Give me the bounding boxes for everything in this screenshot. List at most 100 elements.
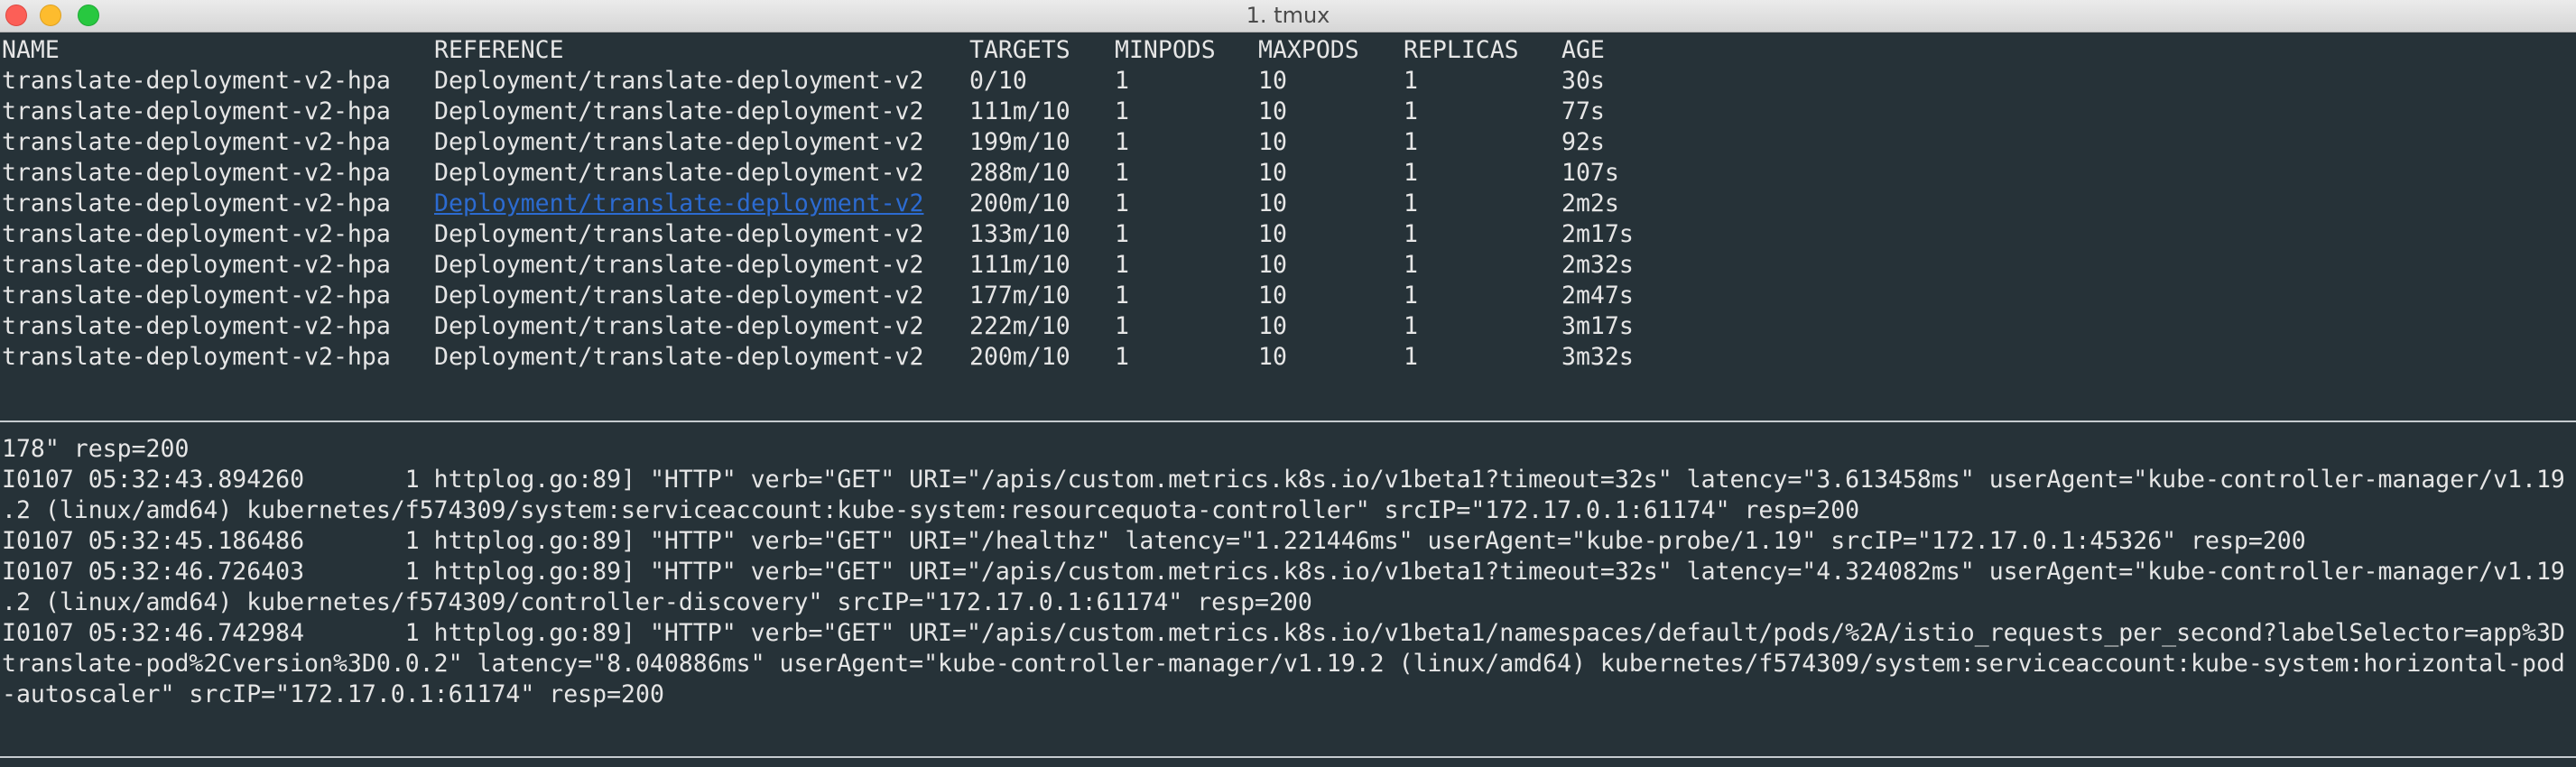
column-header-name: NAME: [2, 36, 60, 64]
cell-replicas: 1: [1404, 220, 1418, 248]
log-line: .2 (linux/amd64) kubernetes/f574309/cont…: [2, 588, 1312, 616]
cell-targets: 111m/10: [969, 97, 1070, 125]
cell-maxpods: 10: [1258, 251, 1287, 279]
table-row: translate-deployment-v2-hpa Deployment/tr…: [2, 158, 2574, 189]
cell-age: 77s: [1561, 97, 1605, 125]
cell-maxpods: 10: [1258, 97, 1287, 125]
cell-targets: 133m/10: [969, 220, 1070, 248]
column-header-maxpods: MAXPODS: [1258, 36, 1359, 64]
cell-name: translate-deployment-v2-hpa: [2, 251, 391, 279]
cell-targets: 177m/10: [969, 282, 1070, 310]
cell-reference: Deployment/translate-deployment-v2: [434, 251, 924, 279]
cell-reference: Deployment/translate-deployment-v2: [434, 67, 924, 95]
reference-link[interactable]: Deployment/translate-deployment-v2: [434, 189, 923, 219]
terminal-pane[interactable]: NAME REFERENCE TARGETS MINPODS MAXPODS REPLIC…: [0, 32, 2576, 767]
cell-age: 30s: [1561, 67, 1605, 95]
cell-name: translate-deployment-v2-hpa: [2, 312, 391, 340]
cell-maxpods: 10: [1258, 189, 1287, 217]
cell-age: 2m2s: [1561, 189, 1619, 217]
cell-targets: 288m/10: [969, 159, 1070, 187]
cell-name: translate-deployment-v2-hpa: [2, 97, 391, 125]
cell-replicas: 1: [1404, 97, 1418, 125]
pane-divider-bottom[interactable]: [0, 756, 2576, 758]
cell-replicas: 1: [1404, 159, 1418, 187]
table-row: translate-deployment-v2-hpa Deployment/tr…: [2, 127, 2574, 158]
window-title: 1. tmux: [1246, 3, 1330, 28]
cell-minpods: 1: [1115, 220, 1129, 248]
cell-targets: 199m/10: [969, 128, 1070, 156]
cell-replicas: 1: [1404, 251, 1418, 279]
cell-minpods: 1: [1115, 282, 1129, 310]
cell-minpods: 1: [1115, 343, 1129, 371]
cell-reference: Deployment/translate-deployment-v2: [434, 220, 924, 248]
cell-minpods: 1: [1115, 128, 1129, 156]
table-row: translate-deployment-v2-hpa Deployment/tr…: [2, 311, 2574, 342]
log-line: .2 (linux/amd64) kubernetes/f574309/syst…: [2, 496, 1860, 524]
table-row: translate-deployment-v2-hpa Deployment/tr…: [2, 66, 2574, 97]
table-row: translate-deployment-v2-hpa Deployment/tr…: [2, 189, 2574, 219]
log-line: I0107 05:32:43.894260 1 httplog.go:89] "…: [2, 466, 2565, 494]
cell-replicas: 1: [1404, 343, 1418, 371]
cell-targets: 222m/10: [969, 312, 1070, 340]
cell-targets: 200m/10: [969, 189, 1070, 217]
cell-minpods: 1: [1115, 159, 1129, 187]
column-header-minpods: MINPODS: [1115, 36, 1216, 64]
cell-replicas: 1: [1404, 312, 1418, 340]
cell-reference: Deployment/translate-deployment-v2: [434, 282, 924, 310]
pane-divider-top[interactable]: [0, 420, 2576, 422]
cell-minpods: 1: [1115, 312, 1129, 340]
cell-minpods: 1: [1115, 251, 1129, 279]
cell-minpods: 1: [1115, 97, 1129, 125]
cell-reference: Deployment/translate-deployment-v2: [434, 343, 924, 371]
log-line: translate-pod%2Cversion%3D0.0.2" latency…: [2, 650, 2565, 678]
cell-targets: 111m/10: [969, 251, 1070, 279]
table-row: translate-deployment-v2-hpa Deployment/tr…: [2, 250, 2574, 281]
table-row: translate-deployment-v2-hpa Deployment/tr…: [2, 97, 2574, 127]
window-titlebar: 1. tmux: [0, 0, 2576, 32]
cell-maxpods: 10: [1258, 282, 1287, 310]
cell-replicas: 1: [1404, 282, 1418, 310]
cell-maxpods: 10: [1258, 67, 1287, 95]
cell-age: 3m17s: [1561, 312, 1634, 340]
log-line: -autoscaler" srcIP="172.17.0.1:61174" re…: [2, 680, 664, 708]
cell-name: translate-deployment-v2-hpa: [2, 159, 391, 187]
cell-maxpods: 10: [1258, 128, 1287, 156]
column-header-age: AGE: [1561, 36, 1605, 64]
cell-maxpods: 10: [1258, 312, 1287, 340]
cell-maxpods: 10: [1258, 343, 1287, 371]
column-header-reference: REFERENCE: [434, 36, 564, 64]
cell-name: translate-deployment-v2-hpa: [2, 220, 391, 248]
cell-maxpods: 10: [1258, 220, 1287, 248]
cell-age: 2m32s: [1561, 251, 1634, 279]
cell-minpods: 1: [1115, 189, 1129, 217]
table-row: translate-deployment-v2-hpa Deployment/tr…: [2, 219, 2574, 250]
cell-reference: Deployment/translate-deployment-v2: [434, 128, 924, 156]
log-line: I0107 05:32:46.726403 1 httplog.go:89] "…: [2, 558, 2565, 586]
log-line: I0107 05:32:46.742984 1 httplog.go:89] "…: [2, 619, 2565, 647]
cell-age: 2m47s: [1561, 282, 1634, 310]
cell-reference: Deployment/translate-deployment-v2: [434, 97, 924, 125]
cell-age: 2m17s: [1561, 220, 1634, 248]
cell-name: translate-deployment-v2-hpa: [2, 189, 391, 217]
table-row: translate-deployment-v2-hpa Deployment/tr…: [2, 281, 2574, 311]
cell-targets: 0/10: [969, 67, 1027, 95]
table-header: NAME REFERENCE TARGETS MINPODS MAXPODS REPLIC…: [2, 35, 2574, 66]
column-header-replicas: REPLICAS: [1404, 36, 1519, 64]
cell-name: translate-deployment-v2-hpa: [2, 343, 391, 371]
cell-minpods: 1: [1115, 67, 1129, 95]
cell-age: 3m32s: [1561, 343, 1634, 371]
cell-age: 107s: [1561, 159, 1619, 187]
cell-name: translate-deployment-v2-hpa: [2, 67, 391, 95]
cell-reference: Deployment/translate-deployment-v2: [434, 159, 924, 187]
cell-name: translate-deployment-v2-hpa: [2, 282, 391, 310]
log-line: 178" resp=200: [2, 435, 190, 463]
cell-name: translate-deployment-v2-hpa: [2, 128, 391, 156]
cell-reference: Deployment/translate-deployment-v2: [434, 312, 924, 340]
cell-replicas: 1: [1404, 189, 1418, 217]
cell-replicas: 1: [1404, 128, 1418, 156]
table-row: translate-deployment-v2-hpa Deployment/tr…: [2, 342, 2574, 373]
column-header-targets: TARGETS: [969, 36, 1070, 64]
cell-age: 92s: [1561, 128, 1605, 156]
log-line: I0107 05:32:45.186486 1 httplog.go:89] "…: [2, 527, 2306, 555]
cell-targets: 200m/10: [969, 343, 1070, 371]
